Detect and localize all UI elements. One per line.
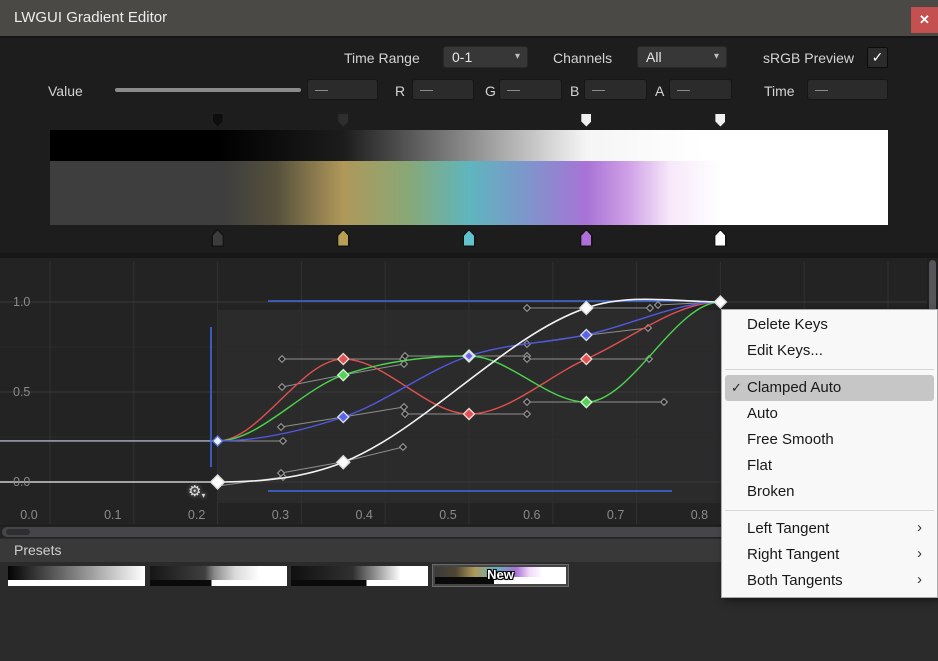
gradient-editor-window: LWGUI Gradient Editor ✕ Time Range 0-1 ▾… [0,0,938,661]
horizontal-scrollbar-cap[interactable] [6,529,30,535]
menu-item-label: Clamped Auto [747,379,841,396]
menu-item-edit-keys[interactable]: Edit Keys... [725,338,934,364]
menu-item-label: Delete Keys [747,316,828,333]
submenu-arrow-icon: › [917,567,922,593]
menu-item-broken[interactable]: Broken [725,479,934,505]
svg-text:0.0: 0.0 [20,508,37,522]
preset-black-white[interactable] [8,566,145,586]
svg-text:0.5: 0.5 [439,508,456,522]
menu-item-auto[interactable]: Auto [725,401,934,427]
menu-item-free-smooth[interactable]: Free Smooth [725,427,934,453]
preset-gradient [8,566,145,580]
submenu-arrow-icon: › [917,541,922,567]
svg-text:0.5: 0.5 [13,385,30,399]
menu-item-both-tangents[interactable]: Both Tangents › [725,568,934,594]
gear-dropdown-arrow-icon: ▾ [201,491,205,500]
menu-item-delete-keys[interactable]: Delete Keys [725,312,934,338]
menu-item-label: Right Tangent [747,546,839,563]
curve-extensions [0,441,218,482]
menu-item-label: Left Tangent [747,520,829,537]
svg-text:0.3: 0.3 [272,508,289,522]
menu-separator [725,369,934,370]
preset-dark-step[interactable] [150,566,287,586]
menu-item-label: Both Tangents [747,572,843,589]
gear-icon[interactable]: ⚙▾ [188,484,205,503]
menu-item-label: Broken [747,483,795,500]
preset-gradient [150,566,287,580]
menu-item-clamped-auto[interactable]: ✓ Clamped Auto [725,375,934,401]
svg-text:0.6: 0.6 [523,508,540,522]
submenu-arrow-icon: › [917,515,922,541]
preset-alpha-strip [150,580,287,586]
preset-new-current[interactable]: New [432,564,569,587]
menu-item-label: Free Smooth [747,431,834,448]
context-menu: Delete Keys Edit Keys... ✓ Clamped Auto Auto… [721,309,938,598]
svg-text:0.2: 0.2 [188,508,205,522]
svg-text:0.7: 0.7 [607,508,624,522]
preset-gradient [291,566,428,580]
svg-text:1.0: 1.0 [13,295,30,309]
menu-item-label: Auto [747,405,778,422]
menu-item-label: Edit Keys... [747,342,823,359]
menu-item-flat[interactable]: Flat [725,453,934,479]
preset-dark-fade[interactable] [291,566,428,586]
check-icon: ✓ [731,375,742,401]
svg-text:0.0: 0.0 [13,475,30,489]
presets-title: Presets [14,539,61,562]
menu-separator [725,510,934,511]
menu-item-label: Flat [747,457,772,474]
menu-item-right-tangent[interactable]: Right Tangent › [725,542,934,568]
svg-text:0.8: 0.8 [691,508,708,522]
preset-alpha-strip [291,580,428,586]
new-preset-button[interactable]: New [433,567,568,582]
preset-alpha-strip [8,580,145,586]
svg-text:0.1: 0.1 [104,508,121,522]
menu-item-left-tangent[interactable]: Left Tangent › [725,516,934,542]
svg-text:0.4: 0.4 [356,508,373,522]
gear-glyph: ⚙ [188,483,201,500]
